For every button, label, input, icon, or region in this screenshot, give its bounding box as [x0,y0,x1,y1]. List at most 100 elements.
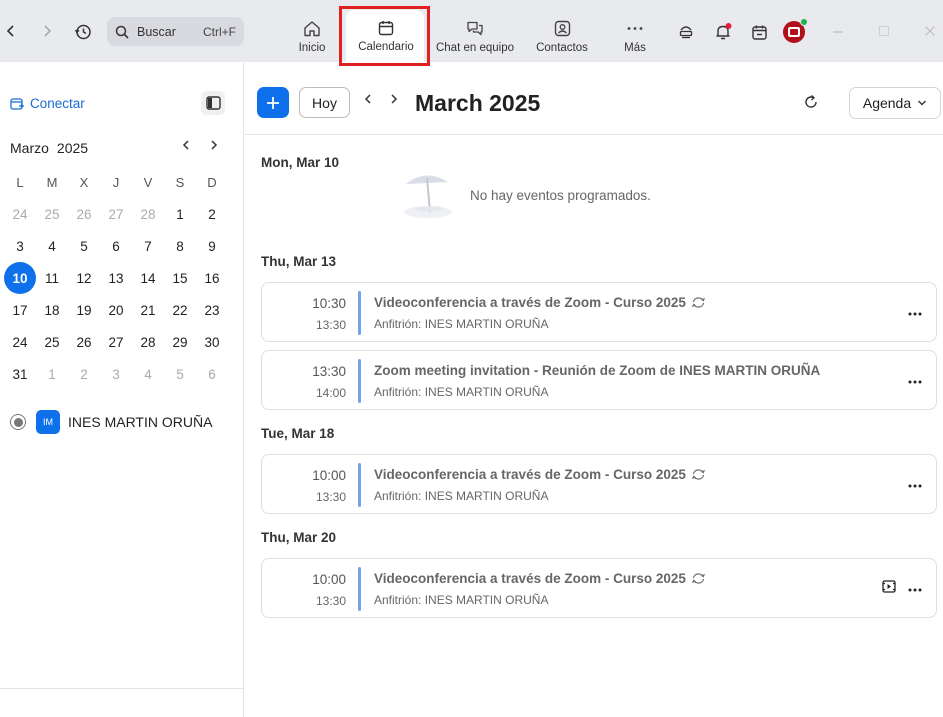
maximize-button[interactable] [878,24,890,40]
mini-calendar-day[interactable]: 1 [36,358,68,390]
mini-calendar-day[interactable]: 9 [196,230,228,262]
view-select[interactable]: Agenda [849,87,941,119]
mini-calendar-next-button[interactable] [209,138,219,157]
maximize-icon [878,25,890,37]
event-more-button[interactable] [908,475,922,493]
search-placeholder: Buscar [137,24,176,39]
mini-calendar-day[interactable]: 31 [4,358,36,390]
tab-more[interactable]: Más [615,8,655,60]
mini-calendar-day[interactable]: 29 [164,326,196,358]
event-end-time: 14:00 [315,386,346,400]
mini-calendar-day[interactable]: 18 [36,294,68,326]
mini-calendar-day[interactable]: 17 [4,294,36,326]
mini-calendar-day[interactable]: 5 [164,358,196,390]
tab-contacts[interactable]: Contactos [532,8,592,60]
new-event-button[interactable] [257,87,289,118]
mini-calendar-day[interactable]: 30 [196,326,228,358]
more-icon [908,312,922,316]
forward-button[interactable] [38,22,56,42]
sign-language-button[interactable] [676,22,696,42]
mini-calendar-day[interactable]: 7 [132,230,164,262]
mini-calendar-day[interactable]: 8 [164,230,196,262]
event-title: Videoconferencia a través de Zoom - Curs… [374,571,706,586]
calendar-user-row[interactable]: IM INES MARTIN ORUÑA [10,410,212,434]
mini-calendar-day[interactable]: 21 [132,294,164,326]
mini-calendar-day[interactable]: 19 [68,294,100,326]
next-period-button[interactable] [389,92,399,111]
mini-calendar-day[interactable]: 15 [164,262,196,294]
event-card[interactable]: 10:30 13:30 Videoconferencia a través de Z… [261,282,937,342]
notifications-button[interactable] [713,22,733,42]
connect-calendar-icon [10,97,24,110]
close-window-button[interactable] [924,24,936,40]
mini-calendar-day[interactable]: 13 [100,262,132,294]
toggle-sidebar-button[interactable] [201,91,225,115]
view-select-value: Agenda [862,95,912,111]
calendar-status-button[interactable] [749,22,769,42]
mini-calendar-day[interactable]: 14 [132,262,164,294]
mini-calendar-day[interactable]: 6 [100,230,132,262]
refresh-button[interactable] [803,94,819,115]
mini-calendar-day[interactable]: 11 [36,262,68,294]
mini-calendar-day-today[interactable]: 10 [4,262,36,294]
mini-calendar-day[interactable]: 24 [4,326,36,358]
connect-calendar-link[interactable]: Conectar [10,96,85,111]
tab-team-chat[interactable]: Chat en equipo [432,8,518,60]
mini-calendar-day[interactable]: 27 [100,198,132,230]
profile-avatar-button[interactable] [782,18,808,44]
mini-calendar-day[interactable]: 16 [196,262,228,294]
event-card[interactable]: 13:30 14:00 Zoom meeting invitation - Reun… [261,350,937,410]
mini-calendar-month-name: Marzo [10,140,49,156]
history-button[interactable] [72,22,94,42]
mini-calendar-day[interactable]: 3 [100,358,132,390]
no-events-text: No hay eventos programados. [470,188,651,203]
mini-calendar-day[interactable]: 25 [36,198,68,230]
weekday-label: X [79,174,89,190]
mini-calendar-week: 31 1 2 3 4 5 6 [4,358,228,390]
event-more-button[interactable] [908,371,922,389]
agenda-day-header: Tue, Mar 18 [261,426,335,441]
mini-calendar-day[interactable]: 23 [196,294,228,326]
mini-calendar-day[interactable]: 2 [196,198,228,230]
mini-calendar-day[interactable]: 26 [68,326,100,358]
mini-calendar-day[interactable]: 25 [36,326,68,358]
weekday-label: S [175,174,185,190]
event-card[interactable]: 10:00 13:30 Videoconferencia a través de Z… [261,558,937,618]
join-recording-button[interactable] [882,580,896,598]
back-button[interactable] [2,22,20,42]
mini-calendar-day[interactable]: 6 [196,358,228,390]
mini-calendar-prev-button[interactable] [181,138,191,157]
calendar-user-radio[interactable] [10,414,26,430]
mini-calendar-day[interactable]: 28 [132,198,164,230]
minimize-button[interactable] [832,24,844,40]
mini-calendar-day[interactable]: 27 [100,326,132,358]
chevron-right-icon [391,94,398,104]
refresh-icon [805,94,817,108]
mini-calendar-day[interactable]: 3 [4,230,36,262]
mini-calendar-day[interactable]: 12 [68,262,100,294]
page-title: March 2025 [415,90,541,116]
search-input[interactable]: Buscar Ctrl+F [107,17,244,46]
mini-calendar-month: Marzo 2025 [10,140,96,156]
mini-calendar-day[interactable]: 4 [132,358,164,390]
mini-calendar-day[interactable]: 26 [68,198,100,230]
recurring-icon [692,469,705,480]
mini-calendar-day[interactable]: 20 [100,294,132,326]
event-more-button[interactable] [908,303,922,321]
mini-calendar-day[interactable]: 28 [132,326,164,358]
mini-calendar-week: 24 25 26 27 28 1 2 [4,198,228,230]
today-button[interactable]: Hoy [299,87,350,118]
event-start-time: 10:30 [312,296,346,311]
event-more-button[interactable] [908,579,922,597]
weekday-label: J [112,174,120,190]
mini-calendar-day[interactable]: 24 [4,198,36,230]
tab-home[interactable]: Inicio [292,8,332,60]
mini-calendar-day[interactable]: 1 [164,198,196,230]
previous-period-button[interactable] [363,92,373,111]
mini-calendar-day[interactable]: 4 [36,230,68,262]
event-card[interactable]: 10:00 13:30 Videoconferencia a través de Z… [261,454,937,514]
mini-calendar-day[interactable]: 5 [68,230,100,262]
mini-calendar-day[interactable]: 22 [164,294,196,326]
calendar-user-name: INES MARTIN ORUÑA [68,414,213,430]
mini-calendar-day[interactable]: 2 [68,358,100,390]
